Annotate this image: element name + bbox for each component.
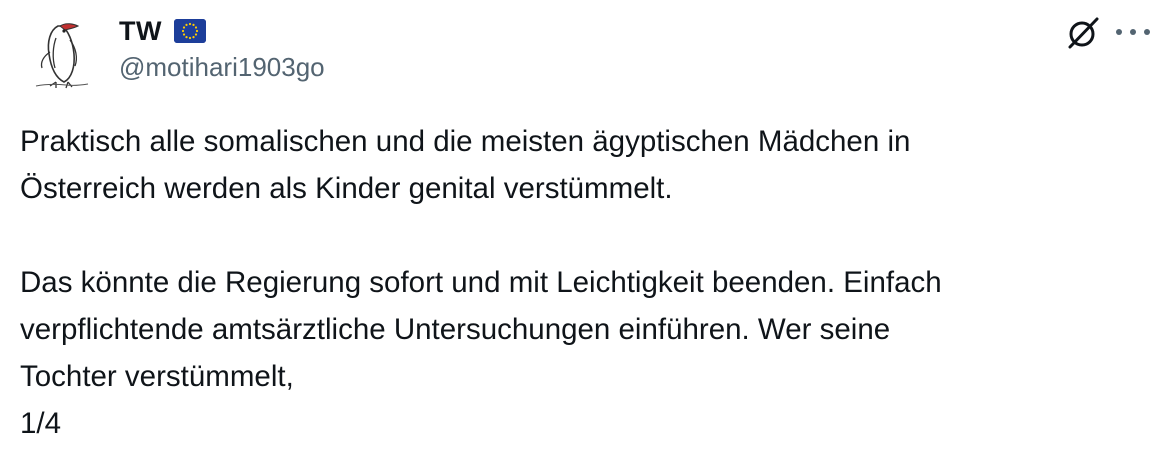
tweet-text: Praktisch alle somalischen und die meist… bbox=[20, 118, 1140, 447]
more-options-icon[interactable] bbox=[1116, 18, 1150, 46]
tweet-text-line: verpflichtende amtsärztliche Untersuchun… bbox=[20, 313, 891, 346]
eu-flag-icon bbox=[173, 19, 206, 43]
thread-counter: 1/4 bbox=[20, 407, 62, 440]
author-name-row[interactable]: TW bbox=[119, 12, 206, 50]
author-avatar[interactable] bbox=[20, 12, 104, 96]
grok-icon[interactable] bbox=[1066, 16, 1100, 50]
more-dot bbox=[1130, 29, 1136, 35]
tweet-card: TW @motihari1903go Praktisch alle somali… bbox=[0, 0, 1158, 464]
more-dot bbox=[1116, 29, 1122, 35]
more-dot bbox=[1144, 29, 1150, 35]
tweet-text-line: Das könnte die Regierung sofort und mit … bbox=[20, 266, 942, 299]
author-handle[interactable]: @motihari1903go bbox=[119, 52, 325, 83]
tweet-text-line: Österreich werden als Kinder genital ver… bbox=[20, 172, 673, 205]
tweet-text-line: Praktisch alle somalischen und die meist… bbox=[20, 125, 911, 158]
author-display-name[interactable]: TW bbox=[119, 16, 162, 47]
tweet-text-line: Tochter verstümmelt, bbox=[20, 360, 294, 393]
penguin-avatar-icon bbox=[35, 23, 89, 89]
